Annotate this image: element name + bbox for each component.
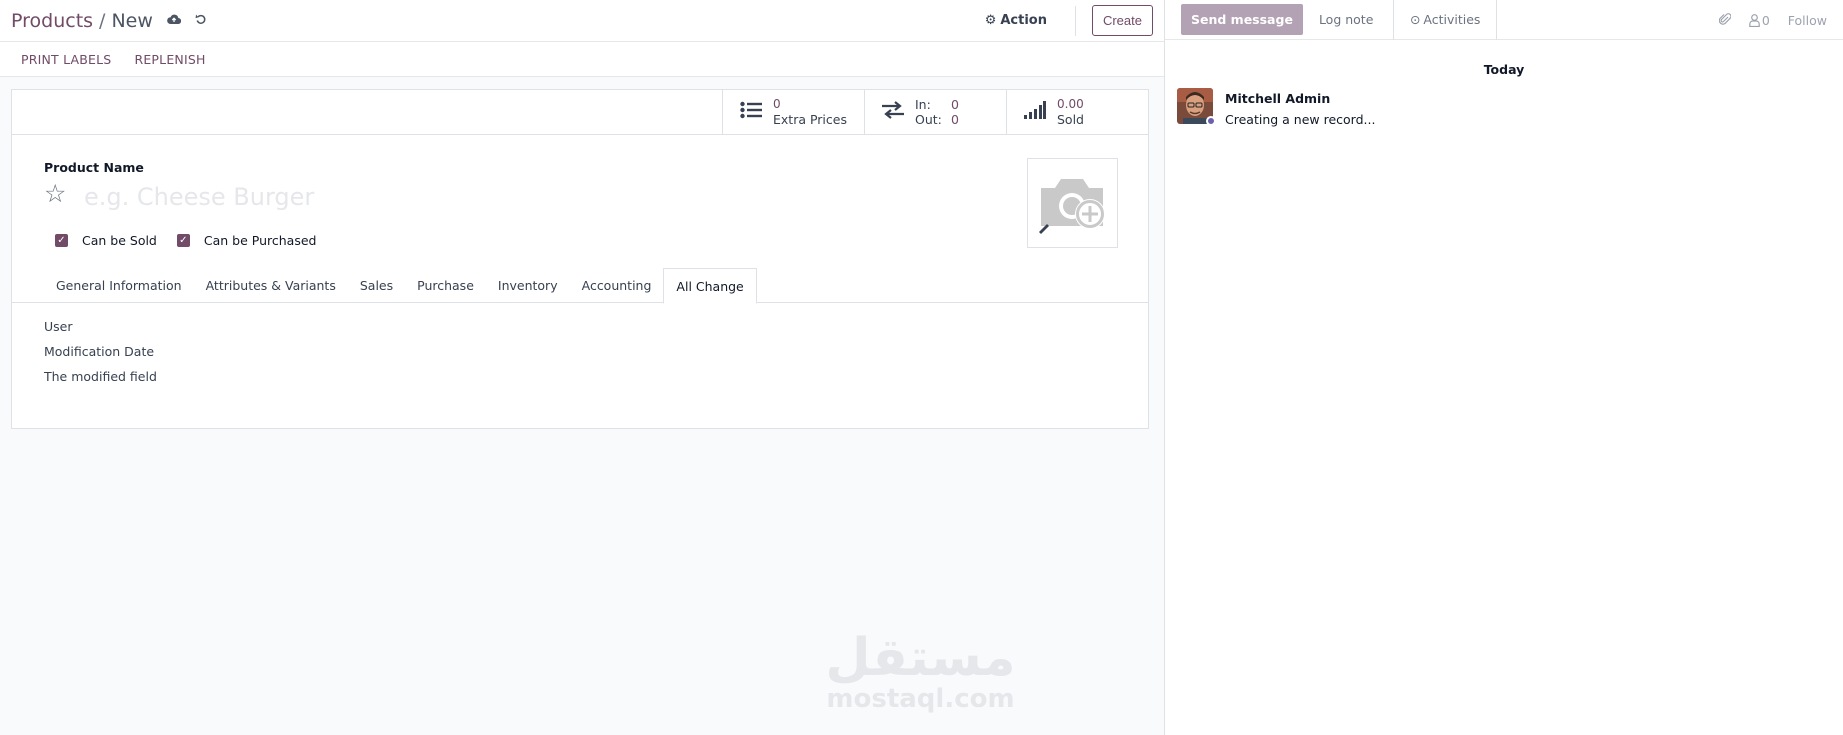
extra-prices-button[interactable]: 0 Extra Prices (722, 90, 864, 134)
sold-text: 0.00 Sold (1057, 97, 1084, 127)
breadcrumb: Products / New (11, 10, 153, 32)
followers-count: 0 (1761, 12, 1770, 28)
notebook-tabs: General Information Attributes & Variant… (12, 268, 1148, 304)
message-author[interactable]: Mitchell Admin (1225, 91, 1375, 106)
list-icon (739, 101, 763, 124)
form-view: Products / New ⚙ Action Create PRINT LABEL… (0, 0, 1165, 735)
can-be-sold-label: Can be Sold (82, 233, 157, 248)
watermark-latin: mostaql.com (826, 684, 1015, 714)
tab-inventory[interactable]: Inventory (486, 268, 570, 303)
create-button[interactable]: Create (1091, 5, 1153, 36)
all-change-fields: User Modification Date The modified fiel… (44, 314, 157, 389)
field-label-user: User (44, 319, 73, 334)
sold-label: Sold (1057, 112, 1084, 127)
follow-button[interactable]: Follow (1788, 13, 1827, 28)
chatter-topbar: Send message Log note ⊙ Activities 0 Fol… (1165, 0, 1843, 40)
out-label: Out: (915, 112, 942, 127)
form-sheet: 0 Extra Prices In: 0 Out: 0 0.00 Sold Pr… (11, 89, 1149, 429)
divider (1074, 5, 1076, 36)
extra-prices-value: 0 (773, 97, 781, 111)
field-label-modification-date: Modification Date (44, 344, 155, 359)
send-message-button[interactable]: Send message (1181, 4, 1303, 35)
breadcrumb-current: New (111, 9, 153, 32)
tab-attributes-variants[interactable]: Attributes & Variants (194, 268, 348, 303)
in-value: 0 (951, 97, 959, 112)
product-name-label: Product Name (44, 160, 144, 175)
action-menu-button[interactable]: ⚙ Action (985, 13, 1047, 28)
chatter: Send message Log note ⊙ Activities 0 Fol… (1165, 0, 1843, 735)
save-cloud-icon[interactable] (167, 13, 182, 29)
product-image-upload[interactable] (1027, 158, 1118, 248)
sold-value: 0.00 (1057, 97, 1084, 111)
product-name-input[interactable] (84, 183, 844, 211)
can-be-purchased-label: Can be Purchased (203, 233, 317, 248)
avatar[interactable] (1177, 88, 1216, 126)
app-root: Products / New ⚙ Action Create PRINT LABEL… (0, 0, 1843, 735)
mostaql-watermark: مستقل mostaql.com (823, 628, 1018, 714)
breadcrumb-separator: / (99, 9, 106, 32)
sold-button[interactable]: 0.00 Sold (1006, 90, 1148, 134)
breadcrumb-products-link[interactable]: Products (11, 10, 93, 32)
in-out-button[interactable]: In: 0 Out: 0 (864, 90, 1006, 134)
user-icon (1749, 13, 1760, 27)
exchange-arrows-icon (881, 100, 905, 124)
chatter-actions: 0 Follow (1718, 0, 1827, 40)
watermark-arabic: مستقل (825, 628, 1016, 688)
extra-prices-label: Extra Prices (773, 112, 847, 127)
tab-accounting[interactable]: Accounting (570, 268, 664, 303)
in-label: In: (915, 97, 931, 112)
message-content: Mitchell Admin Creating a new record... (1225, 88, 1375, 127)
date-separator: Today (1483, 62, 1525, 77)
clock-icon: ⊙ (1409, 12, 1421, 27)
extra-prices-text: 0 Extra Prices (773, 97, 847, 127)
tab-sales[interactable]: Sales (348, 268, 405, 303)
control-panel: Products / New ⚙ Action Create (0, 0, 1164, 42)
tab-all-change[interactable]: All Change (663, 268, 757, 304)
sale-purchase-checkboxes: ✓ Can be Sold ✓ Can be Purchased (55, 233, 336, 248)
can-be-sold-checkbox[interactable]: ✓ (55, 234, 68, 247)
in-out-values: In: 0 Out: 0 (915, 97, 959, 127)
discard-undo-icon[interactable] (195, 13, 207, 29)
tab-purchase[interactable]: Purchase (405, 268, 486, 303)
message-body: Creating a new record... (1225, 112, 1376, 127)
activities-label: Activities (1423, 12, 1481, 27)
field-label-modified-field: The modified field (44, 369, 157, 384)
replenish-button[interactable]: REPLENISH (134, 52, 205, 67)
smart-buttons: 0 Extra Prices In: 0 Out: 0 0.00 Sold (12, 90, 1148, 135)
print-labels-button[interactable]: PRINT LABELS (21, 52, 111, 67)
message: Mitchell Admin Creating a new record... (1177, 88, 1375, 127)
log-note-button[interactable]: Log note (1319, 12, 1389, 27)
can-be-purchased-checkbox[interactable]: ✓ (176, 234, 190, 247)
tab-general-information[interactable]: General Information (44, 268, 194, 303)
followers-button[interactable]: 0 (1749, 13, 1770, 28)
status-bar: PRINT LABELS REPLENISH (0, 42, 1164, 77)
signal-bars-icon (1023, 100, 1047, 124)
activities-button[interactable]: ⊙ Activities (1392, 0, 1498, 40)
action-label: Action (1000, 13, 1047, 28)
paperclip-icon[interactable] (1718, 12, 1732, 29)
online-status-dot (1206, 116, 1216, 126)
out-value: 0 (951, 112, 959, 127)
gear-icon: ⚙ (984, 13, 997, 28)
favorite-star-icon[interactable]: ☆ (44, 181, 66, 206)
